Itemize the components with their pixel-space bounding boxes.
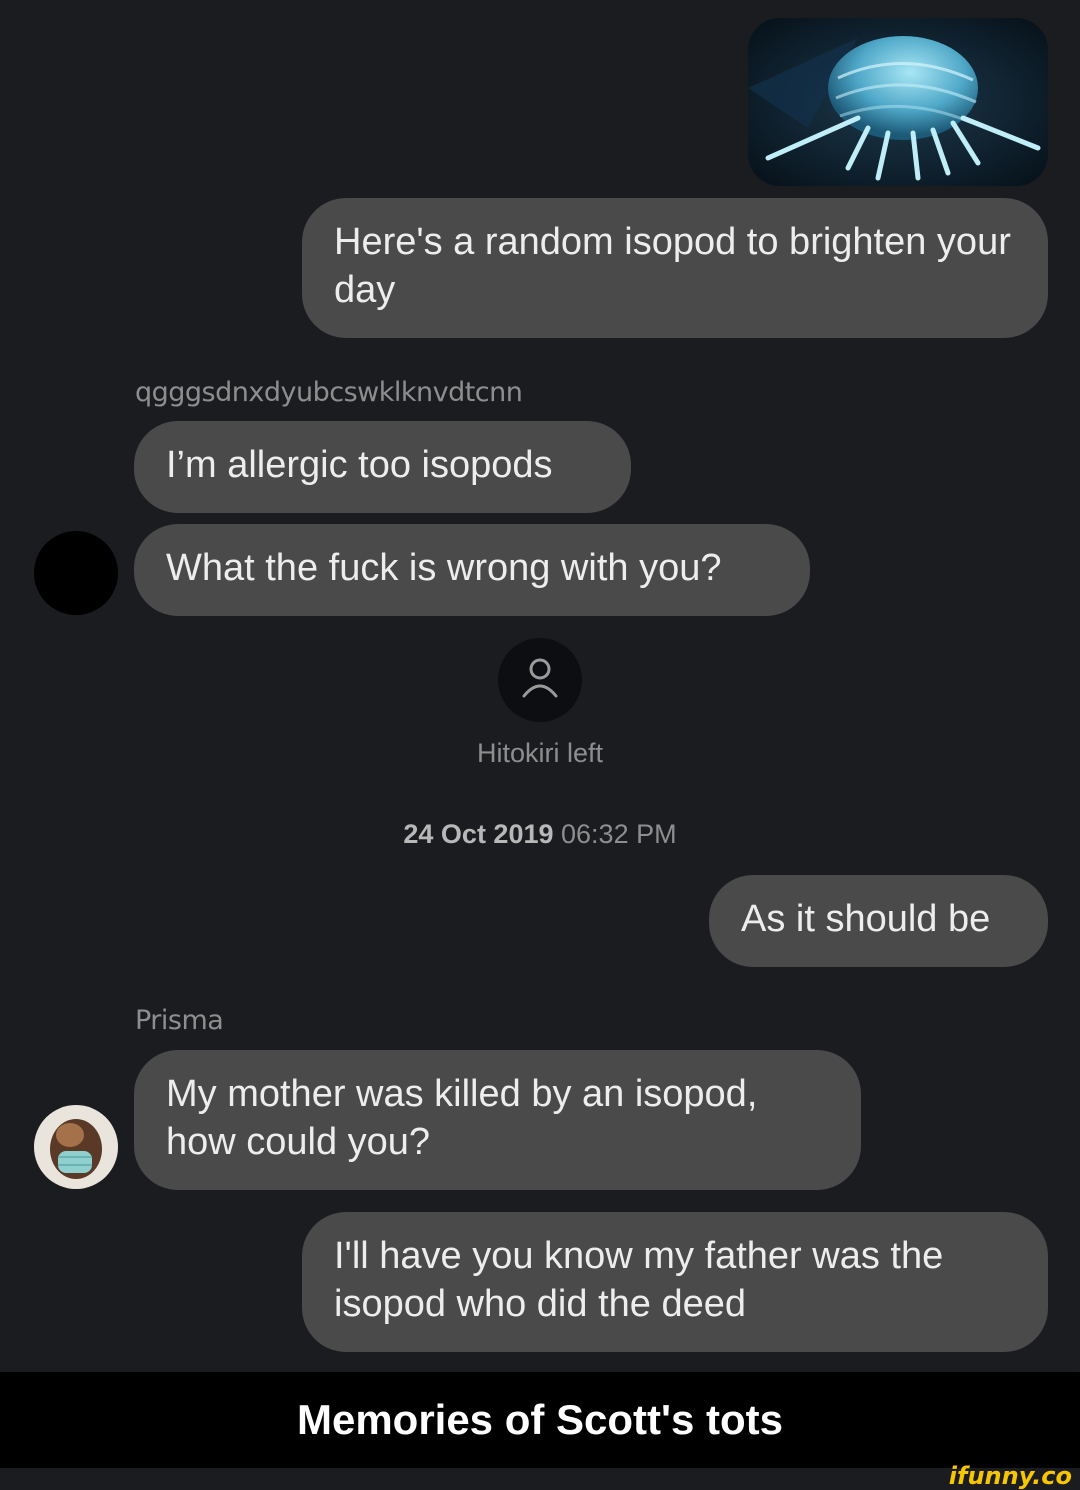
message-bubble-incoming[interactable]: My mother was killed by an isopod, how c… xyxy=(134,1050,861,1190)
footer-strip xyxy=(0,1468,1080,1488)
message-bubble-outgoing[interactable]: Here's a random isopod to brighten your … xyxy=(302,198,1048,338)
isopod-image[interactable] xyxy=(748,18,1048,186)
sender-name: Prisma xyxy=(135,1005,224,1036)
message-bubble-outgoing[interactable]: I'll have you know my father was the iso… xyxy=(302,1212,1048,1352)
avatar[interactable] xyxy=(34,531,118,615)
chat-thread: Here's a random isopod to brighten your … xyxy=(0,0,1080,1372)
message-text: My mother was killed by an isopod, how c… xyxy=(166,1073,758,1163)
meme-caption: Memories of Scott's tots xyxy=(0,1372,1080,1468)
message-text: Here's a random isopod to brighten your … xyxy=(334,221,1011,311)
timestamp-time: 06:32 PM xyxy=(561,819,677,849)
member-left-notice: Hitokiri left xyxy=(476,738,604,768)
message-text: What the fuck is wrong with you? xyxy=(166,547,722,589)
avatar[interactable] xyxy=(34,1105,118,1189)
timestamp: 24 Oct 2019 06:32 PM xyxy=(0,819,1080,850)
message-bubble-outgoing[interactable]: As it should be xyxy=(709,875,1048,967)
sender-name: qgggsdnxdyubcswklknvdtcnn xyxy=(135,377,523,408)
timestamp-date: 24 Oct 2019 xyxy=(403,819,554,849)
message-text: As it should be xyxy=(741,898,991,940)
person-icon xyxy=(498,638,582,722)
message-bubble-incoming[interactable]: What the fuck is wrong with you? xyxy=(134,524,810,616)
watermark: ifunny.co xyxy=(948,1462,1072,1490)
message-text: I’m allergic too isopods xyxy=(166,444,553,486)
message-text: I'll have you know my father was the iso… xyxy=(334,1235,944,1325)
message-bubble-incoming[interactable]: I’m allergic too isopods xyxy=(134,421,631,513)
